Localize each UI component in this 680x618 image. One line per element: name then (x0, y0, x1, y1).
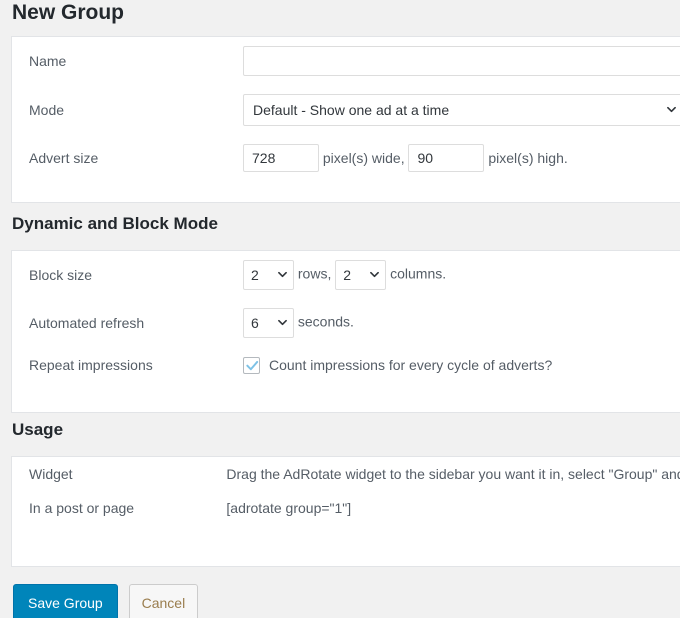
chevron-down-icon (278, 270, 287, 279)
mode-label: Mode (29, 102, 65, 118)
cancel-button[interactable]: Cancel (128, 584, 199, 618)
row-advert-size: Advert size pixel(s) wide, pixel(s) high… (12, 135, 680, 181)
row-post-or-page: In a post or page [adrotate group="1"] (12, 491, 680, 525)
post-or-page-text-cell: [adrotate group="1"] (226, 491, 680, 525)
row-name: Name (12, 37, 680, 85)
checkmark-icon (246, 360, 259, 371)
save-group-button[interactable]: Save Group (13, 584, 118, 618)
block-size-label: Block size (29, 267, 93, 283)
dynamic-block-mode-panel: Block size 2 rows, 2 columns. Automated … (11, 250, 680, 413)
block-size-field-cell: 2 rows, 2 columns. (243, 251, 680, 299)
automated-refresh-unit-label: seconds. (297, 313, 354, 330)
usage-heading: Usage (12, 420, 64, 439)
repeat-impressions-field-cell: Count impressions for every cycle of adv… (243, 347, 680, 383)
advert-width-input[interactable] (243, 144, 319, 172)
row-mode: Mode Default - Show one ad at a time (12, 85, 680, 135)
form-actions: Save Group Cancel (0, 572, 199, 618)
chevron-down-icon (370, 270, 380, 279)
block-columns-select-value: 2 (343, 267, 352, 283)
mode-select-value: Default - Show one ad at a time (253, 102, 450, 118)
chevron-down-icon (278, 318, 287, 327)
general-settings-panel: Name Mode Default - Show one ad at a tim… (11, 36, 680, 203)
repeat-impressions-checkbox-wrap[interactable]: Count impressions for every cycle of adv… (243, 356, 553, 374)
new-group-page: New Group Name Mode Default - Show one a… (0, 0, 680, 618)
block-rows-unit-label: rows, (297, 265, 332, 282)
advert-height-input[interactable] (408, 144, 485, 172)
row-automated-refresh: Automated refresh 6 seconds. (12, 299, 680, 347)
widget-instructions: Drag the AdRotate widget to the sidebar … (226, 466, 680, 482)
block-columns-unit-label: columns. (390, 265, 447, 282)
post-or-page-label: In a post or page (29, 500, 135, 516)
advert-size-field-cell: pixel(s) wide, pixel(s) high. (243, 135, 680, 181)
name-input[interactable] (243, 46, 680, 76)
chevron-down-icon (667, 105, 676, 114)
page-title: New Group (12, 1, 125, 24)
dynamic-block-mode-heading: Dynamic and Block Mode (12, 214, 218, 233)
mode-select[interactable]: Default - Show one ad at a time (243, 94, 680, 126)
mode-field-cell: Default - Show one ad at a time (243, 85, 680, 135)
name-label: Name (29, 53, 67, 69)
usage-panel: Widget Drag the AdRotate widget to the s… (11, 456, 680, 567)
block-rows-select-value: 2 (251, 267, 259, 283)
repeat-impressions-label: Repeat impressions (29, 356, 153, 373)
name-field-cell (243, 37, 680, 85)
advert-height-unit-label: pixel(s) high. (488, 150, 568, 166)
widget-text-cell: Drag the AdRotate widget to the sidebar … (226, 457, 680, 491)
automated-refresh-select-value: 6 (251, 315, 259, 331)
widget-label: Widget (29, 466, 73, 482)
shortcode-text: [adrotate group="1"] (226, 500, 352, 516)
row-repeat-impressions: Repeat impressions Count impressions for… (12, 347, 680, 383)
automated-refresh-field-cell: 6 seconds. (243, 299, 680, 347)
advert-size-label: Advert size (29, 150, 99, 166)
automated-refresh-select[interactable]: 6 (243, 308, 294, 338)
row-block-size: Block size 2 rows, 2 columns. (12, 251, 680, 299)
repeat-impressions-checkbox-label: Count impressions for every cycle of adv… (269, 357, 553, 374)
block-rows-select[interactable]: 2 (243, 260, 294, 290)
automated-refresh-label: Automated refresh (29, 315, 145, 331)
repeat-impressions-checkbox[interactable] (243, 356, 260, 374)
row-widget: Widget Drag the AdRotate widget to the s… (12, 457, 680, 491)
block-columns-select[interactable]: 2 (335, 260, 387, 290)
advert-width-unit-label: pixel(s) wide, (322, 150, 405, 166)
